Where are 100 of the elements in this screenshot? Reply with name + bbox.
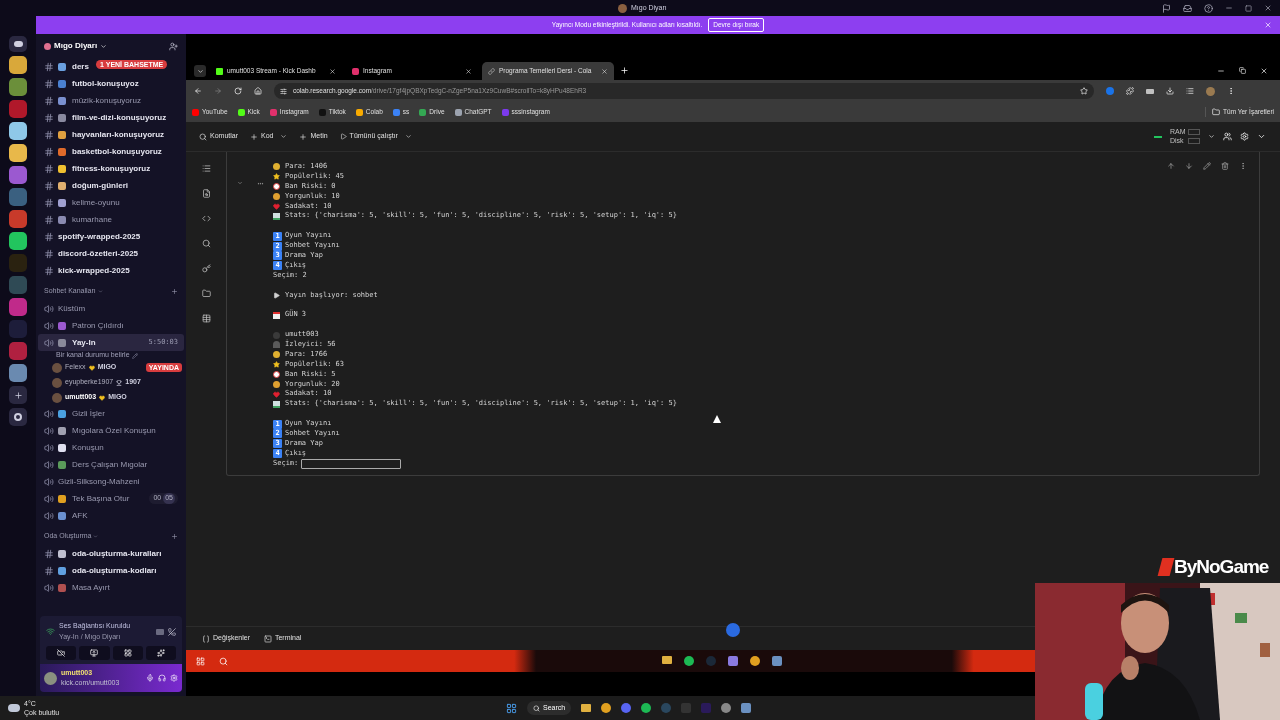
add-server-icon[interactable] xyxy=(9,386,27,404)
microphone-icon[interactable] xyxy=(146,674,154,682)
back-icon[interactable] xyxy=(194,87,202,95)
channel-item[interactable]: futbol-konuşuyoz xyxy=(38,75,184,92)
inbox-icon[interactable] xyxy=(1183,3,1192,13)
settings-icon[interactable] xyxy=(1240,132,1249,141)
channel-item[interactable]: AFK xyxy=(38,507,184,524)
start-icon[interactable] xyxy=(196,656,205,666)
input-field[interactable] xyxy=(301,459,402,470)
move-up-icon[interactable] xyxy=(1167,162,1175,170)
chart-icon xyxy=(273,400,280,408)
server-icon[interactable] xyxy=(9,166,27,184)
flag-icon[interactable] xyxy=(1162,3,1171,13)
channel-item[interactable]: Ders Çalışan Mıgolar xyxy=(38,456,184,473)
collapse-icon[interactable] xyxy=(1257,132,1266,141)
close-tab-icon[interactable] xyxy=(329,67,336,75)
channel-item[interactable]: Gizli İşler xyxy=(38,405,184,422)
channel-item[interactable]: Küstüm xyxy=(38,300,184,317)
maximize-icon[interactable] xyxy=(1245,4,1252,12)
server-icon[interactable] xyxy=(9,364,27,382)
extensions-icon[interactable] xyxy=(1126,87,1134,95)
headphones-icon[interactable] xyxy=(158,674,166,682)
profile-avatar[interactable] xyxy=(1206,86,1215,96)
move-down-icon[interactable] xyxy=(1185,162,1193,170)
disconnect-icon[interactable] xyxy=(168,627,176,636)
channel-name: Tek Başına Otur xyxy=(72,492,130,505)
speaker-icon xyxy=(44,320,54,331)
extension-icon[interactable] xyxy=(1106,87,1114,95)
compass-icon[interactable] xyxy=(9,408,27,426)
channel-item[interactable]: hayvanları-konuşuyoruz xyxy=(38,126,184,143)
server-icon[interactable] xyxy=(9,122,27,140)
search-icon[interactable] xyxy=(201,239,211,248)
home-icon[interactable] xyxy=(254,87,262,95)
invite-icon[interactable] xyxy=(169,41,178,51)
screen-share-button[interactable] xyxy=(79,646,110,660)
channel-name: oda-oluşturma-kuralları xyxy=(72,547,162,560)
channel-item[interactable]: oda-oluşturma-kodları xyxy=(38,562,184,579)
tab-search-icon[interactable] xyxy=(194,65,206,77)
menu-icon[interactable] xyxy=(1227,87,1235,95)
folder-icon[interactable] xyxy=(201,289,211,298)
hash-icon xyxy=(44,248,54,259)
reload-icon[interactable] xyxy=(234,87,242,95)
settings-icon[interactable] xyxy=(170,674,178,682)
close-icon[interactable] xyxy=(1264,4,1272,12)
ram-bar xyxy=(1188,129,1200,135)
channel-item[interactable]: Masa Ayırt xyxy=(38,579,184,596)
restore-icon[interactable] xyxy=(1239,67,1246,74)
server-icon[interactable] xyxy=(9,144,27,162)
soundboard-button[interactable] xyxy=(145,646,176,660)
media-icon[interactable] xyxy=(1186,87,1194,95)
close-tab-icon[interactable] xyxy=(601,67,608,75)
toc-icon[interactable] xyxy=(201,164,211,173)
channel-item[interactable]: Konuşun xyxy=(38,439,184,456)
channel-item[interactable]: kelime-oyunu xyxy=(38,194,184,211)
more-icon[interactable] xyxy=(1239,162,1247,170)
camera-button[interactable] xyxy=(46,646,77,660)
discord-logo-icon[interactable] xyxy=(9,36,27,52)
app-icon[interactable] xyxy=(772,656,782,666)
channel-item[interactable]: film-ve-dizi-konuşuyoruz xyxy=(38,109,184,126)
close-tab-icon[interactable] xyxy=(465,67,472,75)
kick-icon xyxy=(216,67,223,75)
server-name[interactable]: Mıgo Diyarı xyxy=(54,40,98,52)
channel-item[interactable]: kumarhane xyxy=(38,211,184,228)
channel-item[interactable]: spotify-wrapped-2025 xyxy=(38,228,184,245)
add-channel-icon[interactable] xyxy=(171,532,178,540)
channel-item[interactable]: discord-özetleri-2025 xyxy=(38,245,184,262)
heart-icon xyxy=(88,364,95,371)
channel-item[interactable]: Gizli-Silksong-Mahzeni xyxy=(38,473,184,490)
share-icon[interactable] xyxy=(1223,132,1232,141)
server-icon[interactable] xyxy=(9,78,27,96)
find-icon[interactable] xyxy=(201,189,211,198)
key-icon[interactable] xyxy=(201,264,211,273)
minimize-icon[interactable] xyxy=(1217,67,1225,75)
bookmark-star-icon[interactable] xyxy=(1080,87,1088,95)
code-icon[interactable] xyxy=(201,214,211,223)
channel-item[interactable]: Mıgolara Özel Konuşun xyxy=(38,422,184,439)
search-icon[interactable] xyxy=(219,656,228,666)
dropdown-icon[interactable] xyxy=(1208,133,1215,140)
gemini-icon[interactable] xyxy=(726,623,740,637)
play-icon xyxy=(273,292,280,299)
help-icon[interactable] xyxy=(1204,3,1213,13)
server-icon[interactable] xyxy=(9,56,27,74)
edit-icon[interactable] xyxy=(1203,162,1211,170)
activities-button[interactable] xyxy=(112,646,143,660)
channel-item[interactable]: doğum-günleri xyxy=(38,177,184,194)
delete-icon[interactable] xyxy=(1221,162,1229,170)
channel-item[interactable]: Patron Çıldırdı xyxy=(38,317,184,334)
channel-item[interactable]: oda-oluşturma-kuralları xyxy=(38,545,184,562)
channel-item[interactable]: basketbol-konuşuyoruz xyxy=(38,143,184,160)
start-icon[interactable] xyxy=(506,702,517,714)
channel-item[interactable]: müzik-konuşuyoruz xyxy=(38,92,184,109)
add-channel-icon[interactable] xyxy=(171,287,178,295)
channel-item[interactable]: kick-wrapped-2025 xyxy=(38,262,184,279)
table-icon[interactable] xyxy=(201,314,211,323)
download-icon[interactable] xyxy=(1166,87,1174,95)
new-tab-icon[interactable] xyxy=(620,66,629,75)
folder-icon[interactable] xyxy=(581,704,592,712)
app-icon[interactable] xyxy=(741,703,752,713)
channel-item[interactable]: fitness-konuşuyoruz xyxy=(38,160,184,177)
server-icon[interactable] xyxy=(9,232,27,250)
